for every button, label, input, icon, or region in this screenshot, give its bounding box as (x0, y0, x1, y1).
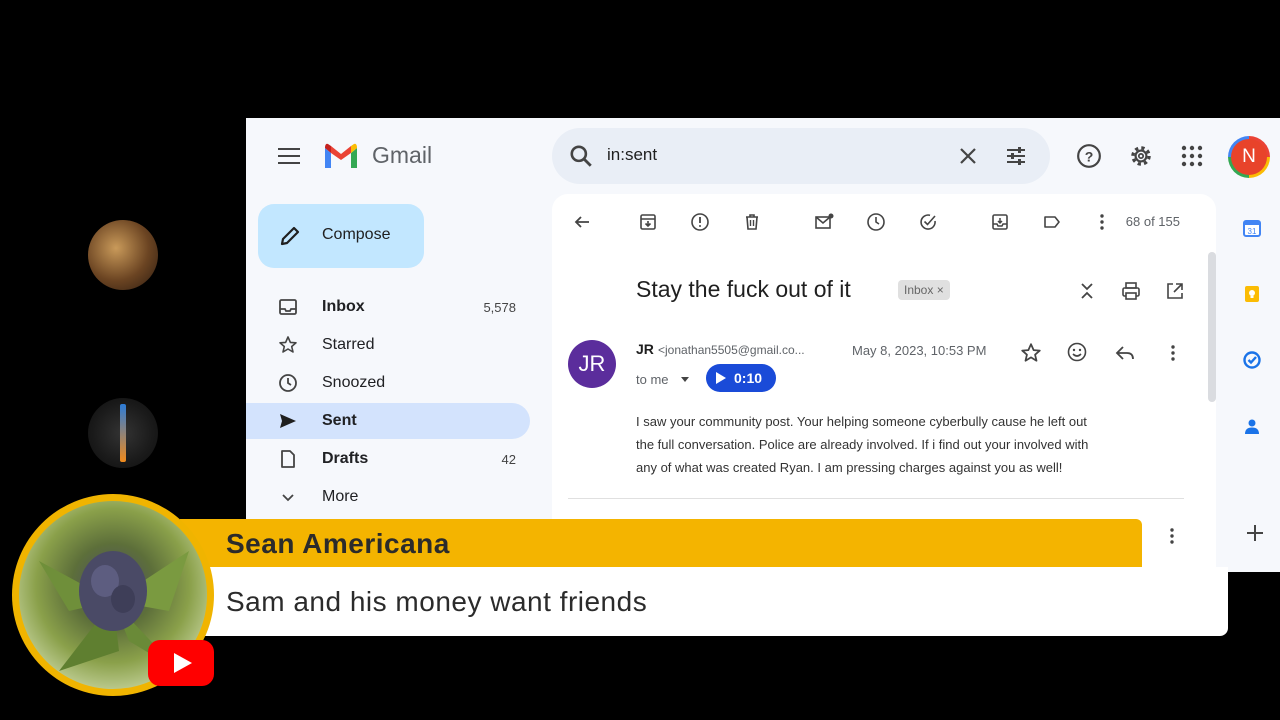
search-icon[interactable] (568, 143, 594, 169)
speaker-name: Sean Americana (226, 528, 450, 559)
report-spam-icon[interactable] (690, 212, 710, 232)
audio-duration: 0:10 (734, 370, 763, 386)
caret-down-icon[interactable] (680, 376, 690, 384)
settings-gear-icon[interactable] (1128, 143, 1154, 169)
compose-label: Compose (322, 226, 391, 243)
collapse-all-icon[interactable] (1076, 280, 1098, 302)
star-icon[interactable] (1020, 342, 1042, 364)
add-icon[interactable] (1244, 522, 1266, 544)
account-avatar[interactable]: N (1228, 136, 1270, 178)
nav-item-sent[interactable]: Sent (246, 403, 530, 439)
chevron-down-icon (282, 494, 294, 502)
play-icon (716, 372, 726, 384)
email-subject: Stay the fuck out of it (636, 276, 851, 302)
calendar-icon[interactable]: 31 (1242, 218, 1262, 238)
back-arrow-icon[interactable] (572, 212, 592, 232)
message-body-line: the full conversation. Police are alread… (636, 437, 1089, 452)
mark-unread-icon[interactable] (814, 212, 834, 232)
reply-icon[interactable] (1114, 342, 1136, 364)
send-icon (280, 414, 296, 428)
nav-item-more[interactable]: More (246, 479, 530, 515)
archive-icon[interactable] (638, 212, 658, 232)
nav-count: 42 (501, 452, 516, 467)
main-menu-icon[interactable] (278, 148, 300, 164)
sender-avatar: JR (568, 340, 616, 388)
sender-name: JR (636, 341, 654, 357)
pencil-icon (280, 226, 300, 246)
nav-item-inbox[interactable]: Inbox 5,578 (246, 289, 530, 325)
google-apps-icon[interactable] (1180, 144, 1204, 168)
move-to-icon[interactable] (990, 212, 1010, 232)
draft-icon (281, 450, 295, 468)
svg-text:31: 31 (1248, 227, 1257, 236)
star-icon (279, 336, 297, 353)
nav-label: Starred (322, 336, 375, 353)
gmail-logo-icon (325, 143, 357, 168)
gmail-window: Gmail in:sent ? N Compose Inbox 5,578 St… (246, 118, 1280, 572)
account-initial: N (1231, 139, 1267, 175)
more-vertical-icon[interactable] (1164, 526, 1180, 546)
divider (568, 498, 1184, 499)
inbox-icon (279, 299, 297, 315)
audio-play-button[interactable]: 0:10 (706, 364, 776, 392)
nav-item-snoozed[interactable]: Snoozed (246, 365, 530, 401)
scrollbar-thumb[interactable] (1208, 252, 1216, 402)
youtube-logo-icon (148, 640, 214, 686)
keep-icon[interactable] (1242, 284, 1262, 304)
gmail-wordmark: Gmail (372, 142, 433, 168)
message-counter: 68 of 155 (1125, 214, 1180, 229)
message-body-line: I saw your community post. Your helping … (636, 414, 1087, 429)
delete-icon[interactable] (742, 212, 762, 232)
side-panel-rail: 31 (1224, 194, 1280, 572)
contacts-icon[interactable] (1242, 416, 1262, 436)
label-icon[interactable] (1042, 212, 1062, 232)
recipient-summary[interactable]: to me (636, 372, 669, 387)
search-input[interactable]: in:sent (607, 145, 657, 165)
search-options-icon[interactable] (1004, 144, 1028, 168)
sender-email: <jonathan5505@gmail.co... (658, 343, 805, 357)
print-icon[interactable] (1120, 280, 1142, 302)
nav-label: Snoozed (322, 374, 386, 391)
message-body-line: any of what was created Ryan. I am press… (636, 460, 1063, 475)
screen: Gmail in:sent ? N Compose Inbox 5,578 St… (0, 0, 1280, 720)
inbox-label-chip[interactable]: Inbox × (898, 280, 950, 300)
nav-label: Inbox (322, 298, 365, 315)
nav-label: More (322, 488, 359, 505)
nav-item-drafts[interactable]: Drafts 42 (246, 441, 530, 477)
chat-message-text: Sam and his money want friends (226, 586, 648, 617)
nav-label: Sent (322, 412, 357, 429)
nav-item-starred[interactable]: Starred (246, 327, 530, 363)
more-vertical-icon[interactable] (1162, 342, 1184, 364)
snooze-clock-icon[interactable] (866, 212, 886, 232)
clear-search-icon[interactable] (956, 144, 980, 168)
more-vertical-icon[interactable] (1092, 212, 1112, 232)
chat-participant-avatar (88, 398, 158, 468)
emoji-react-icon[interactable] (1066, 341, 1088, 363)
message-view: 68 of 155 Stay the fuck out of it Inbox … (552, 194, 1216, 572)
svg-text:?: ? (1085, 148, 1094, 164)
nav-label: Drafts (322, 450, 369, 467)
help-icon[interactable]: ? (1076, 143, 1102, 169)
tasks-icon[interactable] (1242, 350, 1262, 370)
chat-participant-avatar (88, 220, 158, 290)
compose-button[interactable]: Compose (258, 204, 424, 268)
search-bar[interactable]: in:sent (552, 128, 1050, 184)
clock-icon (279, 374, 297, 392)
message-date: May 8, 2023, 10:53 PM (852, 343, 987, 358)
add-task-icon[interactable] (918, 212, 938, 232)
open-new-window-icon[interactable] (1164, 280, 1186, 302)
nav-count: 5,578 (483, 300, 516, 315)
message-body: I saw your community post. Your helping … (636, 410, 1192, 479)
